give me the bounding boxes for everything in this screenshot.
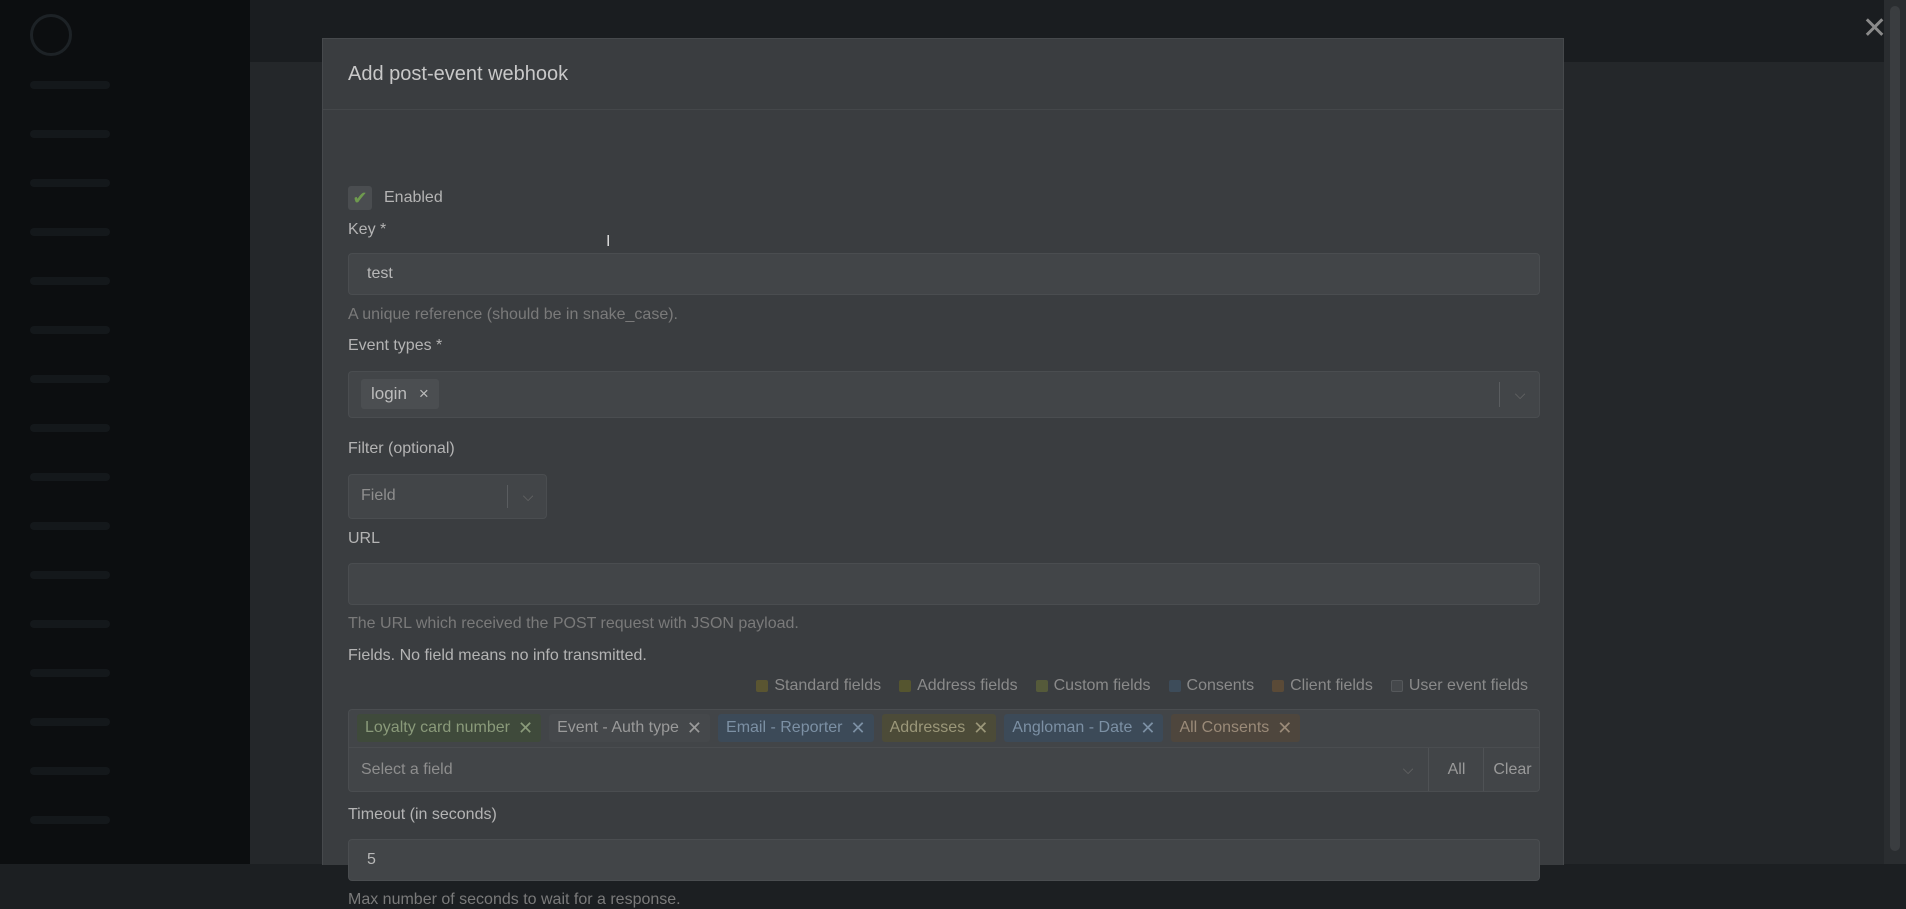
check-icon: ✔: [352, 187, 368, 208]
fields-legend: Standard fields Address fields Custom fi…: [756, 677, 1528, 695]
chevron-down-icon[interactable]: ⌵: [1388, 748, 1428, 791]
text-cursor-icon: I: [606, 233, 611, 250]
clear-fields-button[interactable]: Clear: [1483, 748, 1541, 791]
field-chip: Loyalty card number ✕: [357, 714, 542, 742]
remove-field-icon[interactable]: ✕: [973, 719, 988, 737]
legend-custom-fields: Custom fields: [1035, 677, 1151, 695]
event-type-tag: login ×: [361, 379, 439, 409]
timeout-label: Timeout (in seconds): [348, 806, 497, 823]
selected-fields: Loyalty card number ✕ Event - Auth type ✕ …: [348, 709, 1540, 747]
url-input[interactable]: [349, 564, 1539, 604]
enabled-label: Enabled: [384, 189, 443, 206]
filter-placeholder: Field: [361, 487, 396, 504]
key-input[interactable]: [349, 254, 1539, 294]
key-label: Key *: [348, 221, 387, 238]
field-chip: Event - Auth type ✕: [549, 714, 711, 742]
legend-swatch: [1168, 680, 1181, 692]
legend-swatch: [1035, 680, 1048, 692]
key-help: A unique reference (should be in snake_c…: [348, 306, 678, 323]
event-types-select[interactable]: login × ⌵: [348, 371, 1540, 418]
timeout-input[interactable]: [349, 840, 1539, 880]
webhook-modal: Add post-event webhook ✔ Enabled Key * A…: [322, 38, 1564, 908]
field-select-row: Select a field ⌵ All Clear: [348, 747, 1540, 792]
field-select-placeholder[interactable]: Select a field: [361, 761, 453, 779]
filter-select[interactable]: Field ⌵: [348, 474, 547, 519]
field-chip: Email - Reporter ✕: [718, 714, 874, 742]
select-all-button[interactable]: All: [1428, 748, 1484, 791]
remove-field-icon[interactable]: ✕: [687, 719, 702, 737]
remove-field-icon[interactable]: ✕: [1140, 719, 1155, 737]
selected-fields-list: Loyalty card number ✕ Event - Auth type ✕ …: [357, 714, 1301, 742]
remove-field-icon[interactable]: ✕: [851, 719, 866, 737]
modal-title: Add post-event webhook: [348, 62, 569, 85]
fields-label: Fields. No field means no info transmitt…: [348, 647, 647, 664]
legend-swatch: [1272, 680, 1285, 692]
page-scrollbar[interactable]: [1884, 0, 1906, 864]
key-field[interactable]: [348, 253, 1540, 295]
legend-user-event-fields: User event fields: [1390, 677, 1528, 695]
url-help: The URL which received the POST request …: [348, 615, 799, 632]
chevron-down-icon[interactable]: ⌵: [508, 475, 548, 518]
legend-address-fields: Address fields: [899, 677, 1018, 695]
remove-field-icon[interactable]: ✕: [518, 719, 533, 737]
url-field[interactable]: [348, 563, 1540, 605]
field-chip: All Consents ✕: [1171, 714, 1301, 742]
legend-swatch: [899, 680, 912, 692]
chevron-down-icon[interactable]: ⌵: [1500, 372, 1540, 417]
enabled-toggle[interactable]: ✔ Enabled: [348, 186, 443, 210]
field-chip: Addresses ✕: [881, 714, 997, 742]
legend-client-fields: Client fields: [1272, 677, 1373, 695]
enabled-checkbox[interactable]: ✔: [348, 186, 372, 210]
timeout-field[interactable]: [348, 839, 1540, 881]
event-type-tag-label: login: [371, 384, 407, 403]
field-chip: Angloman - Date ✕: [1004, 714, 1164, 742]
event-types-label: Event types *: [348, 337, 443, 354]
remove-tag-icon[interactable]: ×: [419, 384, 429, 404]
legend-swatch: [1390, 680, 1403, 692]
legend-swatch: [756, 680, 769, 692]
legend-standard-fields: Standard fields: [756, 677, 881, 695]
timeout-help: Max number of seconds to wait for a resp…: [348, 891, 681, 908]
scrollbar-thumb[interactable]: [1890, 6, 1900, 851]
url-label: URL: [348, 530, 381, 547]
remove-field-icon[interactable]: ✕: [1277, 719, 1292, 737]
legend-consents: Consents: [1168, 677, 1254, 695]
filter-label: Filter (optional): [348, 440, 455, 457]
modal-header: Add post-event webhook: [323, 39, 1563, 110]
